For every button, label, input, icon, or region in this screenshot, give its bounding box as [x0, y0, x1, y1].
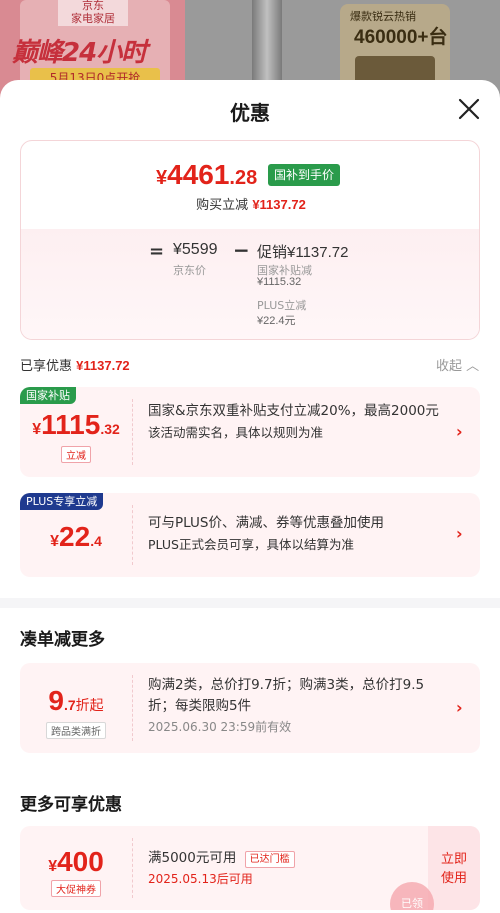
close-icon: [458, 98, 480, 120]
coupon-amount-int: 400: [57, 846, 104, 877]
cross-category-discount[interactable]: 9.7折起 跨品类满折 购满2类，总价打9.7折；购满3类，总价打9.5折；每类…: [20, 663, 480, 753]
enjoyed-label: 已享优惠: [20, 359, 73, 374]
store-logo: 京东 家电家居: [58, 0, 128, 26]
final-price-int: 4461: [167, 159, 230, 190]
reduce-amount: ¥1137.72: [252, 197, 306, 212]
coupon-condition: 满5000元可用 已达门槛: [148, 848, 418, 869]
threshold-tag: 已达门槛: [244, 851, 295, 868]
coupon-divider: [132, 675, 133, 741]
coupon-description: 可与PLUS价、满减、券等优惠叠加使用 PLUS正式会员可享，具体以结算为准: [148, 513, 448, 555]
coupon-type-label: 大促神券: [51, 880, 101, 897]
coupon-description: 国家&京东双重补贴支付立减20%，最高2000元 该活动需实名，具体以规则为准: [148, 401, 448, 443]
national-subsidy-amount: ¥1115.32: [257, 276, 302, 288]
coupon-type: 立减: [20, 444, 132, 463]
equals-sign: =: [149, 241, 165, 262]
close-button[interactable]: [456, 96, 482, 122]
final-price-dec: .28: [229, 167, 258, 189]
collapse-toggle[interactable]: 收起 ︿: [436, 355, 479, 374]
promo-coupon: ¥400 大促神券 满5000元可用 已达门槛 2025.05.13后可用 立即…: [20, 826, 480, 910]
discount-rate-dec: .7: [63, 697, 76, 713]
coupon-currency: ¥: [48, 858, 58, 875]
minus-sign: −: [233, 238, 250, 262]
coupon-desc-note: PLUS正式会员可享，具体以结算为准: [148, 537, 354, 552]
final-price: ¥4461.28: [156, 159, 257, 191]
coupon-divider: [132, 399, 133, 465]
coupon-amount-int: 1115: [41, 409, 101, 440]
coupon-valid-date: 2025.05.13后可用: [148, 872, 253, 886]
sales-badge-count: 460000+台: [354, 27, 448, 48]
coupon-amount: ¥400: [20, 846, 132, 878]
price-summary-card: ¥4461.28 国补到手价 购买立减 ¥1137.72 = ¥5599 京东价…: [20, 140, 480, 340]
enjoyed-discount: 已享优惠 ¥1137.72: [20, 355, 130, 374]
coupon-tag: PLUS专享立减: [20, 493, 104, 510]
coupon-amount: ¥22.4: [20, 521, 132, 553]
discount-rate-unit: 折起: [75, 697, 104, 713]
instant-reduction: 购买立减 ¥1137.72: [21, 194, 479, 213]
plus-coupon[interactable]: PLUS专享立减 ¥22.4 可与PLUS价、满减、券等优惠叠加使用 PLUS正…: [20, 493, 480, 577]
promo-label: 促销: [257, 243, 288, 261]
plus-reduction-label: PLUS立减: [257, 299, 307, 312]
reduce-label: 购买立减: [196, 198, 249, 213]
coupon-divider: [132, 838, 133, 898]
price-breakdown: [21, 229, 479, 339]
bundle-section-title: 凑单减更多: [20, 630, 105, 650]
coupon-amount-int: 22: [59, 521, 91, 552]
coupon-desc-note: 该活动需实名，具体以规则为准: [148, 425, 324, 440]
coupon-currency: ¥: [32, 421, 42, 438]
coupon-type: 大促神券: [20, 878, 132, 897]
coupon-tag: 国家补贴: [20, 387, 76, 404]
coupon-amount-dec: .32: [100, 421, 120, 437]
discount-rate-int: 9: [48, 685, 64, 716]
final-price-currency: ¥: [156, 167, 168, 189]
jd-price-label: 京东价: [173, 264, 206, 277]
banner-headline: 巅峰24小时: [12, 38, 147, 68]
discount-rate: 9.7折起: [20, 685, 132, 717]
coupon-condition-text: 满5000元可用: [148, 850, 237, 866]
national-subsidy-coupon[interactable]: 国家补贴 ¥1115.32 立减 国家&京东双重补贴支付立减20%，最高2000…: [20, 387, 480, 477]
coupon-desc-main: 国家&京东双重补贴支付立减20%，最高2000元: [148, 403, 439, 419]
section-separator: [0, 598, 500, 608]
discount-desc-main: 购满2类，总价打9.7折；购满3类，总价打9.5折；每类限购5件: [148, 677, 425, 714]
coupon-amount-dec: .4: [90, 533, 102, 549]
discount-expiry: 2025.06.30 23:59前有效: [148, 720, 292, 734]
subsidy-price-tag: 国补到手价: [268, 164, 341, 186]
discount-type: 跨品类满折: [20, 720, 132, 739]
coupon-desc-main: 可与PLUS价、满减、券等优惠叠加使用: [148, 515, 384, 531]
coupon-description: 满5000元可用 已达门槛 2025.05.13后可用: [148, 848, 418, 890]
sheet-title: 优惠: [230, 101, 270, 125]
discount-description: 购满2类，总价打9.7折；购满3类，总价打9.5折；每类限购5件 2025.06…: [148, 675, 448, 738]
discount-type-label: 跨品类满折: [46, 722, 106, 739]
use-now-button[interactable]: 立即 使用: [428, 826, 480, 910]
chevron-right-icon: ›: [456, 698, 463, 717]
discount-sheet: 优惠 ¥4461.28 国补到手价 购买立减 ¥1137.72 = ¥5599 …: [0, 80, 500, 913]
plus-reduction-amount: ¥22.4元: [257, 315, 296, 327]
jd-price: ¥5599: [173, 241, 218, 258]
enjoyed-amount: ¥1137.72: [76, 358, 130, 373]
promo-total: 促销¥1137.72: [257, 241, 348, 262]
coupon-type-label: 立减: [61, 446, 91, 463]
promo-amount: ¥1137.72: [287, 244, 349, 261]
coupon-amount: ¥1115.32: [20, 409, 132, 441]
coupon-divider: [132, 505, 133, 565]
coupon-currency: ¥: [50, 533, 60, 550]
more-section-title: 更多可享优惠: [20, 795, 122, 815]
chevron-right-icon: ›: [456, 422, 463, 441]
chevron-right-icon: ›: [456, 524, 463, 543]
